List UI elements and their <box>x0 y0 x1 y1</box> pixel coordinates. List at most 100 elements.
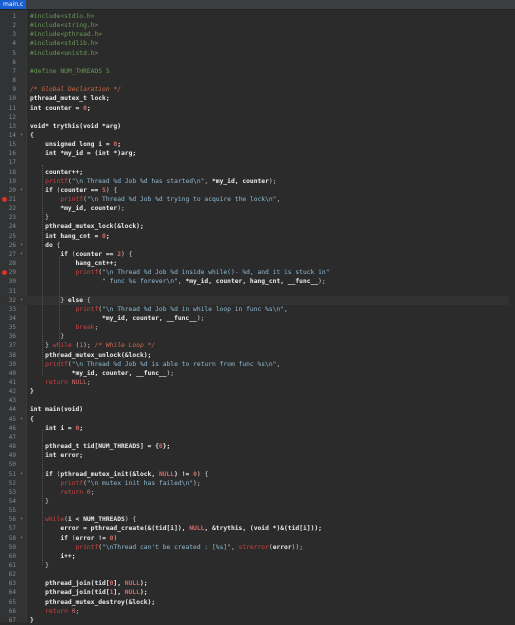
line-number[interactable]: 28 <box>0 259 16 268</box>
line-number[interactable]: 11 <box>0 104 16 113</box>
line-number[interactable]: 12 <box>0 113 16 122</box>
code-line[interactable]: 47 <box>0 433 515 442</box>
code-text[interactable]: int i = 0; <box>30 424 83 433</box>
code-text[interactable]: #define NUM_THREADS 5 <box>30 67 110 76</box>
line-number[interactable]: 3 <box>0 30 16 39</box>
code-text[interactable]: int error; <box>30 451 83 460</box>
code-text[interactable]: do { <box>30 241 60 250</box>
code-line[interactable]: 33 printf("\n Thread %d Job %d in while … <box>0 305 515 314</box>
code-line[interactable]: 58 ▾ if (error != 0) <box>0 534 515 543</box>
code-line[interactable]: 46 int i = 0; <box>0 424 515 433</box>
line-number[interactable]: 59 <box>0 543 16 552</box>
line-number[interactable]: 37 <box>0 341 16 350</box>
line-number[interactable]: 65 <box>0 598 16 607</box>
code-text[interactable]: { <box>30 415 34 424</box>
breakpoint-icon[interactable] <box>2 197 7 202</box>
line-number[interactable]: 5 <box>0 49 16 58</box>
code-line[interactable]: 62 <box>0 570 515 579</box>
line-number[interactable]: 23 <box>0 213 16 222</box>
code-text[interactable]: } else { <box>30 296 90 305</box>
code-line[interactable]: 11 int counter = 0; <box>0 104 515 113</box>
line-number[interactable]: 43 <box>0 396 16 405</box>
line-number[interactable]: 34 <box>0 314 16 323</box>
code-line[interactable]: 3 #include<pthread.h> <box>0 30 515 39</box>
code-text[interactable]: { <box>30 131 34 140</box>
code-line[interactable]: 53 return 0; <box>0 488 515 497</box>
code-text[interactable]: int counter = 0; <box>30 104 91 113</box>
line-number[interactable]: 42 <box>0 387 16 396</box>
code-line[interactable]: 57 error = pthread_create(&(tid[i]), NUL… <box>0 524 515 533</box>
code-line[interactable]: 15 unsigned long i = 0; <box>0 140 515 149</box>
code-line[interactable]: 28 hang_cnt++; <box>0 259 515 268</box>
fold-toggle-icon[interactable]: ▾ <box>20 241 23 250</box>
code-line[interactable]: 12 <box>0 113 515 122</box>
code-editor[interactable]: 1 #include<stdio.h> 2 #include<string.h> 3 #i… <box>0 10 515 625</box>
line-number[interactable]: 62 <box>0 570 16 579</box>
code-line[interactable]: 22 *my_id, counter); <box>0 204 515 213</box>
code-text[interactable]: } while (1); /* While Loop */ <box>30 341 155 350</box>
code-line[interactable]: 49 int error; <box>0 451 515 460</box>
code-text[interactable]: *my_id, counter, __func__); <box>30 314 204 323</box>
code-text[interactable]: pthread_t tid[NUM_THREADS] = {0}; <box>30 442 170 451</box>
code-line[interactable]: 48 pthread_t tid[NUM_THREADS] = {0}; <box>0 442 515 451</box>
code-line[interactable]: 34 *my_id, counter, __func__); <box>0 314 515 323</box>
line-number[interactable]: 22 <box>0 204 16 213</box>
line-number[interactable]: 4 <box>0 39 16 48</box>
code-line[interactable]: 10 pthread_mutex_t lock; <box>0 94 515 103</box>
code-text[interactable]: return 0; <box>30 607 79 616</box>
line-number[interactable]: 58 <box>0 534 16 543</box>
code-line[interactable]: 43 <box>0 396 515 405</box>
code-text[interactable]: hang_cnt++; <box>30 259 118 268</box>
code-line[interactable]: 35 break; <box>0 323 515 332</box>
code-text[interactable]: while(i < NUM_THREADS) { <box>30 515 136 524</box>
code-line[interactable]: 19 printf("\n Thread %d Job %d has start… <box>0 177 515 186</box>
code-text[interactable]: counter++; <box>30 168 83 177</box>
vertical-scrollbar[interactable] <box>509 10 515 622</box>
line-number[interactable]: 63 <box>0 579 16 588</box>
line-number[interactable]: 45 <box>0 415 16 424</box>
line-number[interactable]: 1 <box>0 12 16 21</box>
tab-main-c[interactable]: main.c <box>0 0 26 9</box>
line-number[interactable]: 2 <box>0 21 16 30</box>
line-number[interactable]: 56 <box>0 515 16 524</box>
line-number[interactable]: 41 <box>0 378 16 387</box>
code-text[interactable]: int main(void) <box>30 405 83 414</box>
line-number[interactable]: 67 <box>0 616 16 625</box>
code-text[interactable]: #include<stdio.h> <box>30 12 94 21</box>
code-text[interactable]: #include<string.h> <box>30 21 98 30</box>
code-text[interactable]: if (counter == 2) { <box>30 250 132 259</box>
code-line[interactable]: 44 int main(void) <box>0 405 515 414</box>
code-text[interactable]: } <box>30 616 34 625</box>
code-line[interactable]: 9 /* Global Declaration */ <box>0 85 515 94</box>
code-line[interactable]: 30 " func %s forever\n", *my_id, counter… <box>0 277 515 286</box>
code-text[interactable]: #include<pthread.h> <box>30 30 102 39</box>
code-text[interactable]: printf("\nThread can't be created : [%s]… <box>30 543 304 552</box>
line-number[interactable]: 18 <box>0 168 16 177</box>
code-text[interactable]: #include<stdlib.h> <box>30 39 98 48</box>
code-text[interactable]: int *my_id = (int *)arg; <box>30 149 136 158</box>
code-line[interactable]: 45 ▾ { <box>0 415 515 424</box>
line-number[interactable]: 31 <box>0 287 16 296</box>
line-number[interactable]: 24 <box>0 222 16 231</box>
line-number[interactable]: 53 <box>0 488 16 497</box>
code-line[interactable]: 60 i++; <box>0 552 515 561</box>
line-number[interactable]: 57 <box>0 524 16 533</box>
code-line[interactable]: 38 pthread_mutex_unlock(&lock); <box>0 351 515 360</box>
line-number[interactable]: 8 <box>0 76 16 85</box>
line-number[interactable]: 6 <box>0 58 16 67</box>
code-line[interactable]: 29 printf("\n Thread %d Job %d inside wh… <box>0 268 515 277</box>
code-text[interactable]: } <box>30 387 34 396</box>
code-text[interactable]: pthread_mutex_t lock; <box>30 94 110 103</box>
fold-toggle-icon[interactable]: ▾ <box>20 415 23 424</box>
code-line[interactable]: 40 *my_id, counter, __func__); <box>0 369 515 378</box>
code-line[interactable]: 7 #define NUM_THREADS 5 <box>0 67 515 76</box>
line-number[interactable]: 20 <box>0 186 16 195</box>
code-text[interactable]: } <box>30 497 49 506</box>
line-number[interactable]: 27 <box>0 250 16 259</box>
line-number[interactable]: 38 <box>0 351 16 360</box>
code-line[interactable]: 25 int hang_cnt = 0; <box>0 232 515 241</box>
code-line[interactable]: 5 #include<unistd.h> <box>0 49 515 58</box>
code-text[interactable]: pthread_join(tid[0], NULL); <box>30 579 147 588</box>
line-number[interactable]: 10 <box>0 94 16 103</box>
code-line[interactable]: 39 printf("\n Thread %d Job %d is able t… <box>0 360 515 369</box>
